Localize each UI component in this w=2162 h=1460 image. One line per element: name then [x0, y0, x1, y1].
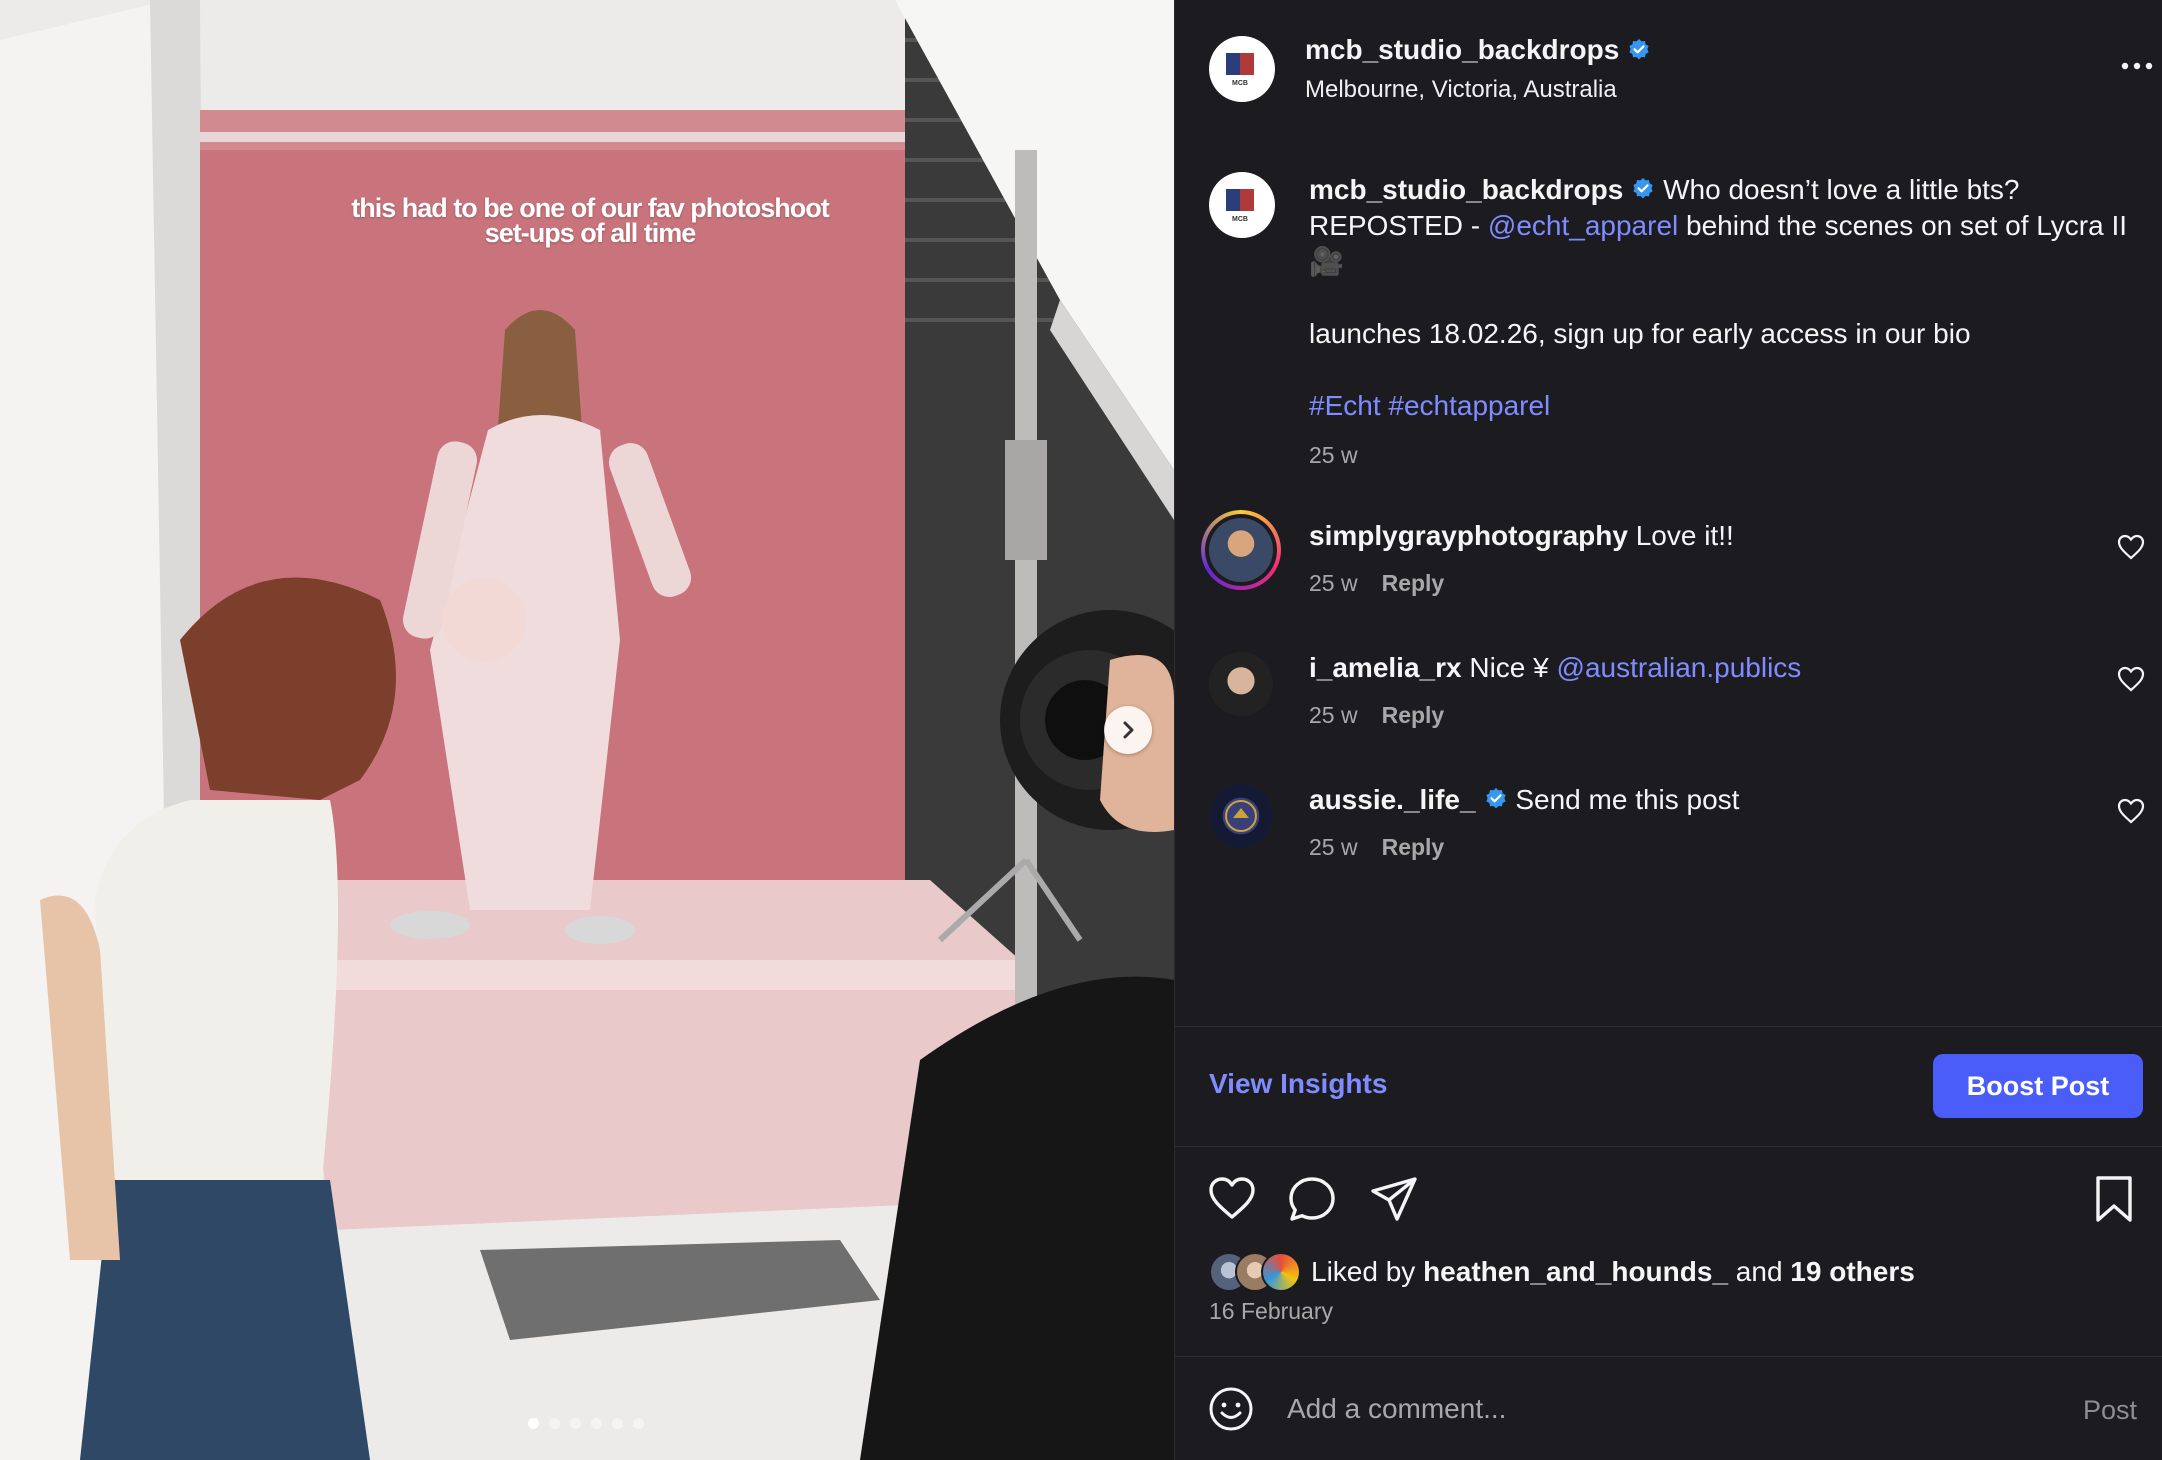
carousel-dot[interactable]	[633, 1418, 644, 1429]
comment-timestamp: 25 w	[1309, 702, 1358, 728]
comment-timestamp: 25 w	[1309, 834, 1358, 860]
caption-hashtags[interactable]: #Echt #echtapparel	[1309, 390, 1550, 422]
comment-username[interactable]: aussie._life_	[1309, 784, 1476, 815]
comment-text: aussie._life_ Send me this post	[1309, 784, 1739, 816]
post-media: this had to be one of our fav photoshoot…	[0, 0, 1174, 1460]
comment-text: simplygrayphotography Love it!!	[1309, 520, 1734, 552]
post-date: 16 February	[1209, 1298, 1334, 1324]
comment-username[interactable]: simplygrayphotography	[1309, 520, 1628, 551]
comment-meta: 25 w Reply	[1309, 702, 1444, 729]
comment-text: i_amelia_rx Nice ¥ @australian.publics	[1309, 652, 1801, 684]
comment-meta: 25 w Reply	[1309, 834, 1444, 861]
verified-icon	[1485, 787, 1506, 809]
verified-icon	[1633, 177, 1653, 199]
comment-body: Love it!!	[1627, 520, 1734, 551]
divider	[1175, 1026, 2162, 1027]
post-sidebar: MCB mcb_studio_backdrops Melbourne, Vict…	[1174, 0, 2162, 1460]
liked-others[interactable]: 19 others	[1790, 1256, 1915, 1287]
view-insights-link[interactable]: View Insights	[1209, 1068, 1387, 1100]
author-avatar[interactable]: MCB	[1209, 36, 1275, 102]
brand-logo: MCB	[1226, 189, 1254, 223]
commenter-avatar[interactable]	[1209, 652, 1273, 716]
emoji-icon[interactable]	[1207, 1385, 1255, 1433]
comment-body: Nice ¥	[1461, 652, 1557, 683]
comment-mention[interactable]: @australian.publics	[1557, 652, 1802, 683]
heart-icon[interactable]	[1207, 1174, 1257, 1224]
reply-button[interactable]: Reply	[1382, 834, 1445, 861]
media-overlay-text: this had to be one of our fav photoshoot…	[351, 193, 829, 248]
aussie-logo-icon	[1225, 800, 1257, 832]
share-icon[interactable]	[1369, 1174, 1419, 1224]
carousel-dot[interactable]	[549, 1418, 560, 1429]
carousel-dot[interactable]	[612, 1418, 623, 1429]
comment-bar: Post	[1175, 1356, 2162, 1460]
carousel-dots	[528, 1418, 644, 1429]
next-slide-button[interactable]	[1104, 706, 1152, 754]
header-location[interactable]: Melbourne, Victoria, Australia	[1305, 76, 1617, 104]
header-username-row: mcb_studio_backdrops	[1305, 34, 1651, 66]
caption-text: mcb_studio_backdrops Who doesn’t love a …	[1309, 172, 2129, 280]
comment-meta: 25 w Reply	[1309, 570, 1444, 597]
boost-post-button[interactable]: Boost Post	[1933, 1054, 2143, 1118]
chevron-right-icon	[1123, 721, 1134, 739]
heart-icon[interactable]	[2117, 798, 2145, 824]
carousel-dot[interactable]	[528, 1418, 539, 1429]
commenter-avatar[interactable]	[1209, 784, 1273, 848]
brand-logo-text: MCB	[1232, 80, 1248, 87]
caption-line-2: launches 18.02.26, sign up for early acc…	[1309, 318, 1971, 349]
liked-by-row[interactable]: Liked by heathen_and_hounds_ and 19 othe…	[1209, 1252, 1915, 1292]
brand-logo-text: MCB	[1232, 216, 1248, 223]
more-icon[interactable]	[2117, 52, 2157, 80]
comment-input[interactable]	[1287, 1387, 1987, 1431]
verified-icon	[1629, 39, 1649, 60]
post-comment-button[interactable]: Post	[2083, 1395, 2137, 1426]
bookmark-icon[interactable]	[2089, 1174, 2139, 1224]
heart-icon[interactable]	[2117, 534, 2145, 560]
heart-icon[interactable]	[2117, 666, 2145, 692]
reply-button[interactable]: Reply	[1382, 570, 1445, 597]
reply-button[interactable]: Reply	[1382, 702, 1445, 729]
comment-username[interactable]: i_amelia_rx	[1309, 652, 1462, 683]
comment-body: Send me this post	[1507, 784, 1740, 815]
liker-avatar	[1261, 1252, 1301, 1292]
header-username[interactable]: mcb_studio_backdrops	[1305, 34, 1619, 66]
divider	[1175, 1146, 2162, 1147]
comment-item: aussie._life_ Send me this post 25 w Rep…	[1175, 784, 2162, 894]
liked-middle: and	[1728, 1256, 1791, 1287]
brand-logo: MCB	[1226, 53, 1254, 87]
caption-username[interactable]: mcb_studio_backdrops	[1309, 174, 1623, 205]
carousel-dot[interactable]	[591, 1418, 602, 1429]
caption-mention[interactable]: @echt_apparel	[1488, 210, 1678, 241]
comment-item: i_amelia_rx Nice ¥ @australian.publics 2…	[1175, 652, 2162, 762]
liked-user[interactable]: heathen_and_hounds_	[1423, 1256, 1728, 1287]
comment-icon[interactable]	[1287, 1174, 1337, 1224]
comment-item: simplygrayphotography Love it!! 25 w Rep…	[1175, 510, 2162, 630]
liked-prefix: Liked by	[1311, 1256, 1424, 1287]
carousel-dot[interactable]	[570, 1418, 581, 1429]
caption-avatar[interactable]: MCB	[1209, 172, 1275, 238]
commenter-avatar[interactable]	[1201, 510, 1281, 590]
comment-timestamp: 25 w	[1309, 570, 1358, 596]
caption-timestamp: 25 w	[1309, 442, 1358, 468]
liked-by-text: Liked by heathen_and_hounds_ and 19 othe…	[1311, 1256, 1915, 1288]
